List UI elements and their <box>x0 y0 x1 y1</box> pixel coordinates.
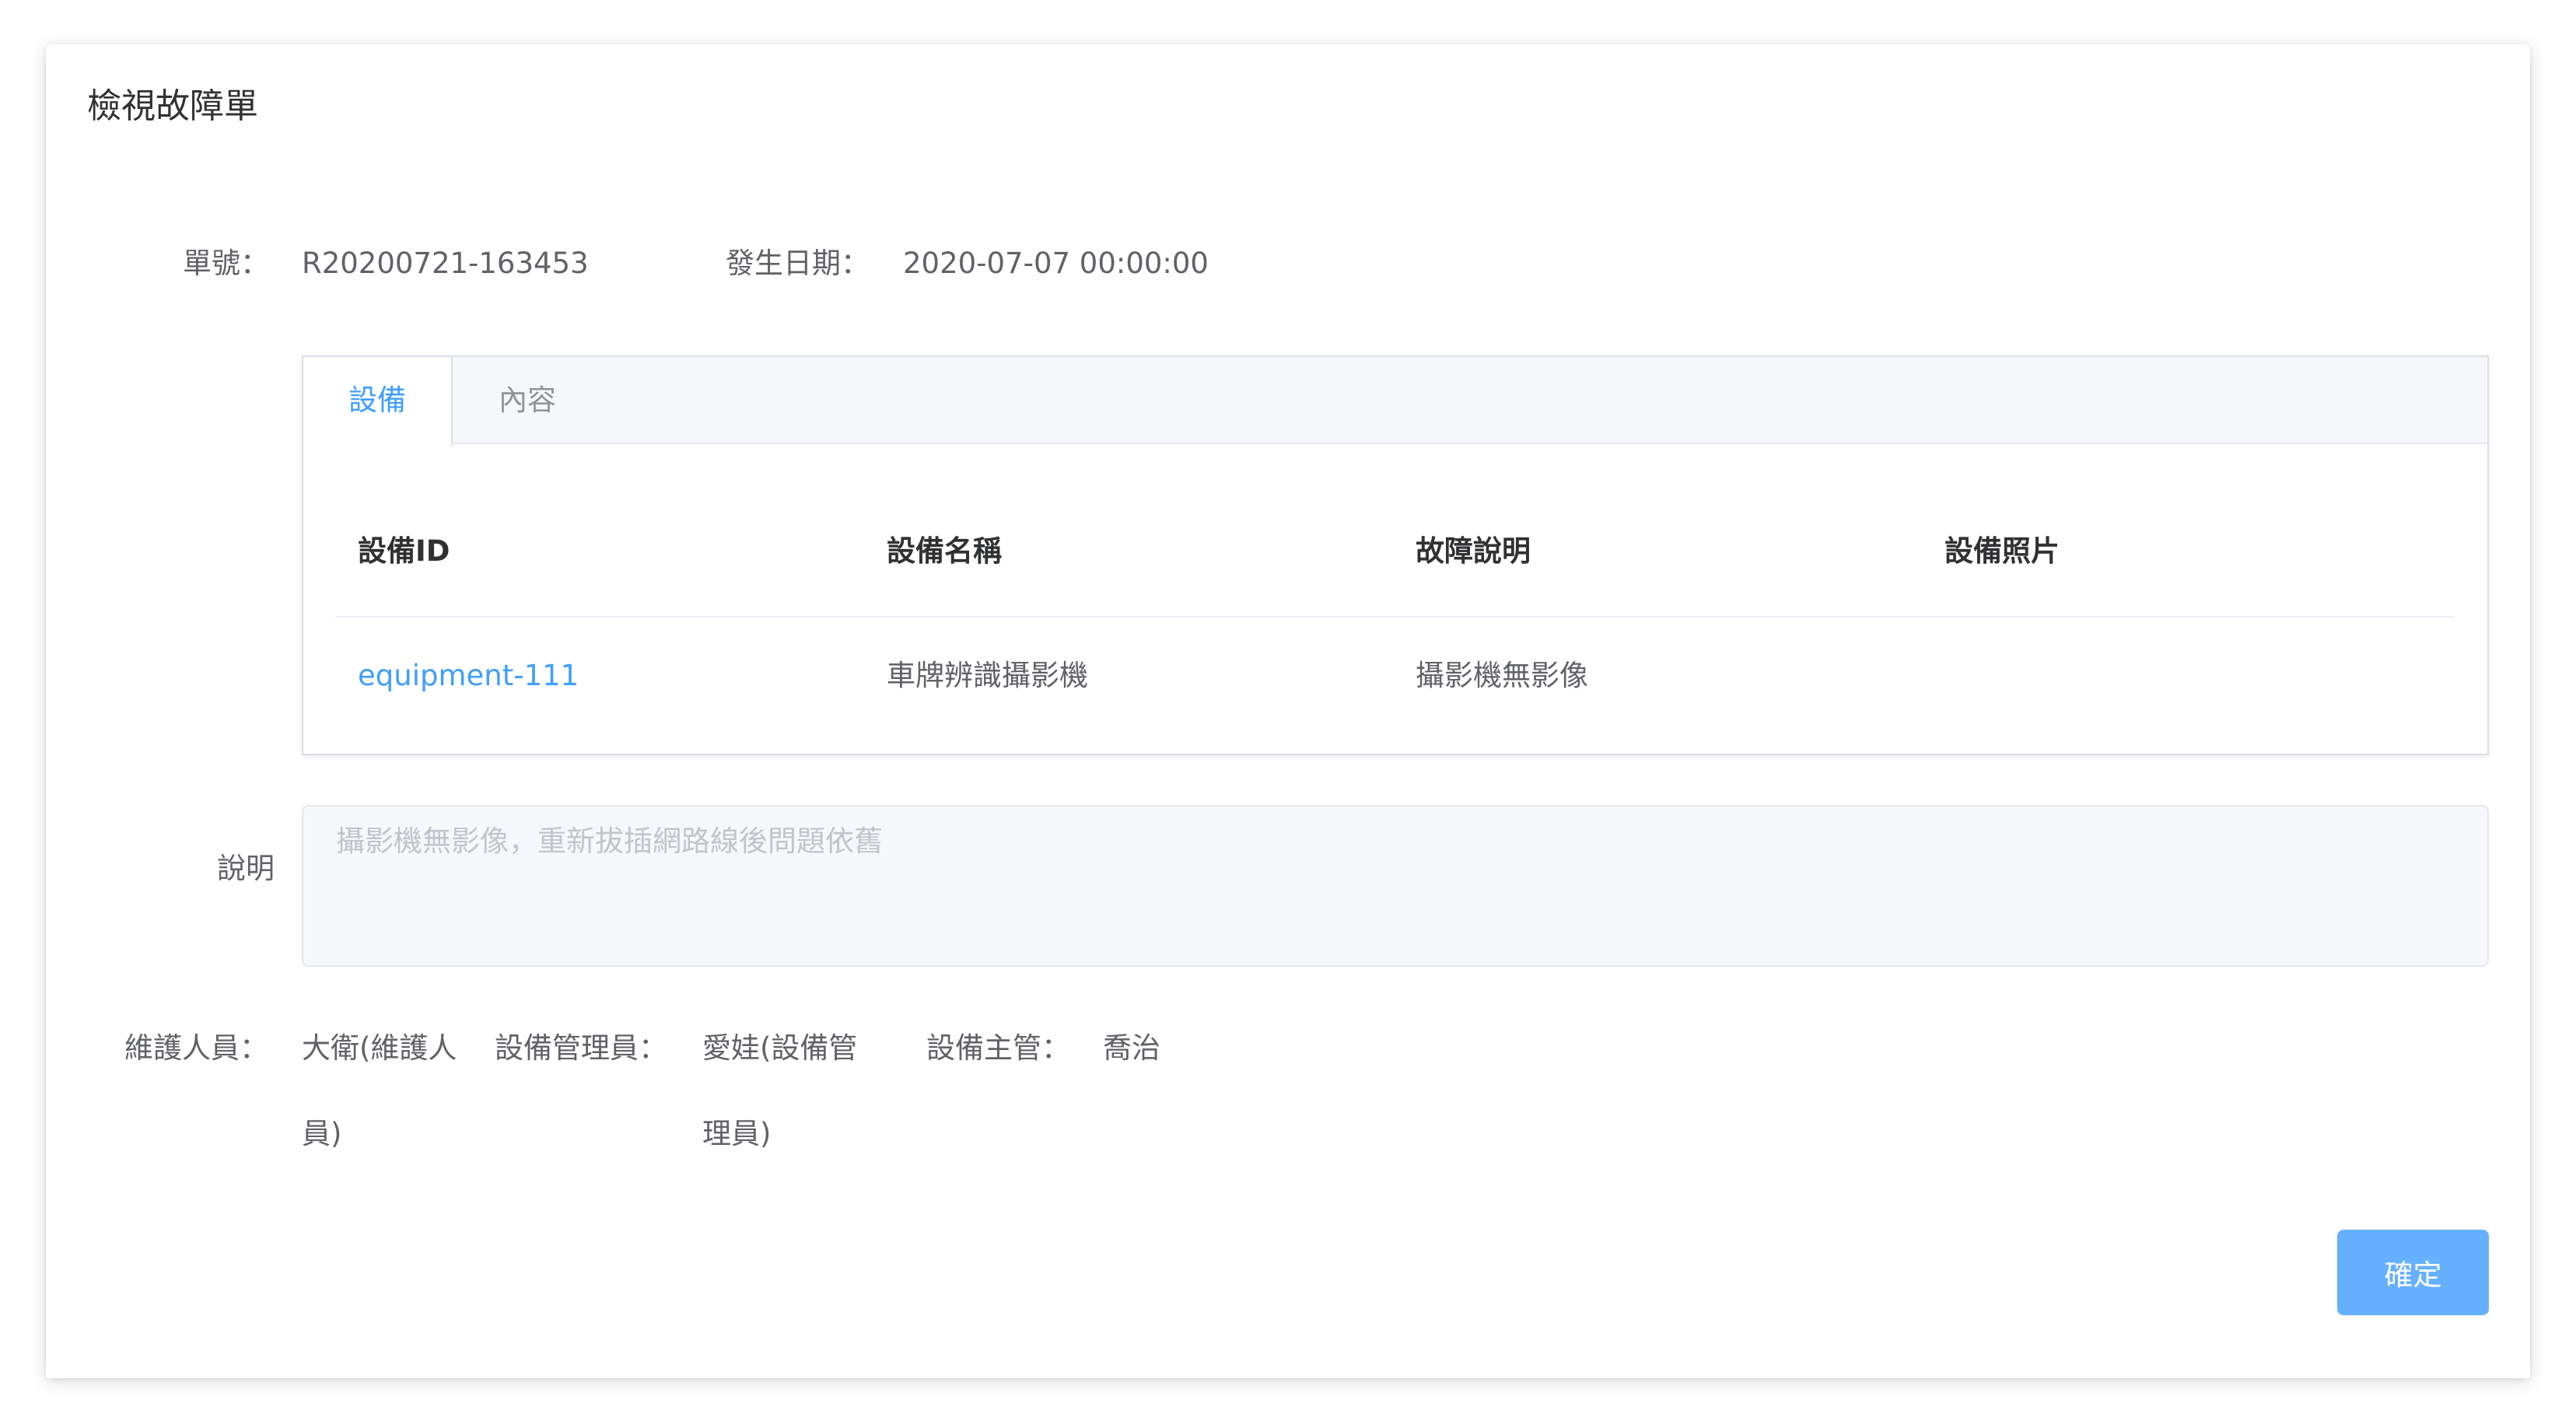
column-header-equipment-id: 設備ID <box>358 534 450 568</box>
fault-ticket-dialog: 檢視故障單 單號： R20200721-163453 發生日期： 2020-07… <box>46 44 2530 1378</box>
equipment-name-cell: 車牌辨識攝影機 <box>887 659 1088 692</box>
maintainer-label: 維護人員： <box>124 1031 268 1065</box>
order-number-value: R20200721-163453 <box>302 247 589 280</box>
dialog-title: 檢視故障單 <box>87 86 258 126</box>
column-header-fault-description: 故障說明 <box>1416 534 1531 568</box>
description-label: 說明 <box>217 852 275 885</box>
occur-date-label: 發生日期： <box>726 247 870 280</box>
occur-date-value: 2020-07-07 00:00:00 <box>903 247 1209 280</box>
description-textarea[interactable]: 攝影機無影像，重新拔插網路線後問題依舊 <box>302 805 2489 967</box>
confirm-button[interactable]: 確定 <box>2337 1230 2489 1315</box>
equipment-id-link[interactable]: equipment-111 <box>358 653 579 699</box>
equipment-tabs-card: 設備 內容 設備ID 設備名稱 故障說明 設備照片 equipment-111 … <box>302 355 2489 755</box>
manager-value: 愛娃(設備管理員) <box>702 1031 858 1150</box>
column-header-equipment-photo: 設備照片 <box>1944 534 2060 568</box>
maintainer-value: 大衛(維護人員) <box>302 1031 457 1150</box>
tab-content[interactable]: 內容 <box>453 357 602 444</box>
order-number-label: 單號： <box>183 247 269 280</box>
supervisor-label: 設備主管： <box>926 1031 1070 1065</box>
column-header-equipment-name: 設備名稱 <box>887 534 1002 568</box>
tab-equipment[interactable]: 設備 <box>303 357 453 446</box>
manager-label: 設備管理員： <box>495 1031 667 1065</box>
table-divider <box>335 616 2455 618</box>
supervisor-value: 喬治 <box>1103 1031 1160 1065</box>
fault-description-cell: 攝影機無影像 <box>1416 659 1588 692</box>
tabs-header: 設備 內容 <box>303 357 2487 446</box>
